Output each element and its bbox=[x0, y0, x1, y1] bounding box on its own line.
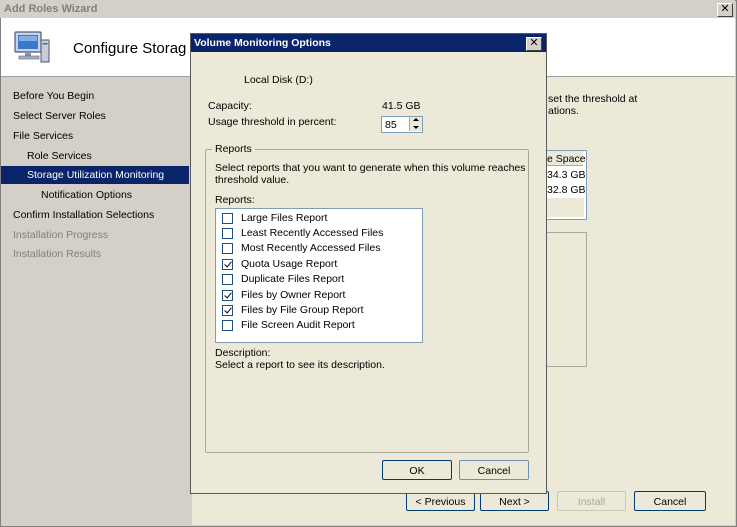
nav-item-before-you-begin[interactable]: Before You Begin bbox=[13, 87, 94, 105]
ok-button[interactable]: OK bbox=[382, 460, 452, 480]
capacity-label: Capacity: bbox=[208, 100, 252, 112]
volume-list-empty-area bbox=[546, 198, 584, 217]
description-text: Select a report to see its description. bbox=[215, 359, 385, 371]
volume-detail-panel bbox=[545, 232, 587, 367]
report-label: File Screen Audit Report bbox=[241, 319, 355, 331]
wizard-title: Add Roles Wizard bbox=[4, 3, 98, 15]
wizard-titlebar: Add Roles Wizard ✕ bbox=[0, 0, 735, 18]
report-checkbox[interactable] bbox=[222, 274, 233, 285]
report-checkbox[interactable] bbox=[222, 305, 233, 316]
column-header-free-space[interactable]: e Space bbox=[547, 153, 586, 165]
report-checkbox[interactable] bbox=[222, 243, 233, 254]
computer-icon bbox=[14, 31, 50, 63]
nav-item-select-server-roles[interactable]: Select Server Roles bbox=[13, 107, 106, 125]
nav-item-storage-utilization-monitoring[interactable]: Storage Utilization Monitoring bbox=[1, 166, 189, 184]
report-checkbox[interactable] bbox=[222, 213, 233, 224]
dialog-close-button[interactable]: ✕ bbox=[526, 37, 542, 51]
volume-row-free-space[interactable]: 32.8 GB bbox=[547, 184, 586, 196]
wizard-close-button[interactable]: ✕ bbox=[717, 3, 733, 17]
threshold-spinner[interactable]: 85 bbox=[381, 116, 423, 133]
arrow-down-icon bbox=[413, 126, 419, 129]
main-instruction-line1: set the threshold at bbox=[548, 93, 638, 105]
report-label: Most Recently Accessed Files bbox=[241, 242, 381, 254]
nav-item-file-services[interactable]: File Services bbox=[13, 127, 73, 145]
report-label: Files by Owner Report bbox=[241, 289, 346, 301]
install-button: Install bbox=[557, 491, 626, 511]
report-checkbox[interactable] bbox=[222, 290, 233, 301]
arrow-up-icon bbox=[413, 118, 419, 121]
dialog-title: Volume Monitoring Options bbox=[194, 37, 331, 49]
threshold-label: Usage threshold in percent: bbox=[208, 116, 337, 128]
reports-list-label: Reports: bbox=[215, 194, 255, 206]
report-label: Large Files Report bbox=[241, 212, 328, 224]
nav-item-notification-options[interactable]: Notification Options bbox=[41, 186, 132, 204]
reports-instruction-line2: threshold value. bbox=[215, 174, 290, 186]
nav-item-confirm-installation-selections[interactable]: Confirm Installation Selections bbox=[13, 206, 154, 224]
main-instruction-line2: ations. bbox=[548, 105, 579, 117]
threshold-decrease-button[interactable] bbox=[409, 124, 422, 131]
description-label: Description: bbox=[215, 347, 271, 359]
threshold-increase-button[interactable] bbox=[409, 117, 422, 124]
report-label: Duplicate Files Report bbox=[241, 273, 345, 285]
nav-item-role-services[interactable]: Role Services bbox=[27, 147, 92, 165]
report-checkbox-list[interactable]: Large Files Report Least Recently Access… bbox=[215, 208, 423, 343]
nav-item-installation-progress: Installation Progress bbox=[13, 229, 109, 241]
report-checkbox[interactable] bbox=[222, 259, 233, 270]
wizard-cancel-button[interactable]: Cancel bbox=[634, 491, 706, 511]
reports-group-label: Reports bbox=[212, 143, 255, 155]
threshold-value[interactable]: 85 bbox=[385, 119, 397, 131]
capacity-value: 41.5 GB bbox=[382, 100, 421, 112]
wizard-page-title: Configure Storag bbox=[73, 40, 187, 57]
report-label: Quota Usage Report bbox=[241, 258, 338, 270]
previous-button[interactable]: < Previous bbox=[406, 491, 475, 511]
dialog-titlebar: Volume Monitoring Options ✕ bbox=[191, 34, 546, 52]
dialog-cancel-button[interactable]: Cancel bbox=[459, 460, 529, 480]
report-label: Least Recently Accessed Files bbox=[241, 227, 384, 239]
nav-item-installation-results: Installation Results bbox=[13, 248, 102, 260]
report-label: Files by File Group Report bbox=[241, 304, 364, 316]
next-button[interactable]: Next > bbox=[480, 491, 549, 511]
report-checkbox[interactable] bbox=[222, 228, 233, 239]
volume-name: Local Disk (D:) bbox=[244, 74, 313, 86]
report-checkbox[interactable] bbox=[222, 320, 233, 331]
reports-instruction-line1: Select reports that you want to generate… bbox=[215, 162, 526, 174]
volume-row-free-space[interactable]: 34.3 GB bbox=[547, 169, 586, 181]
